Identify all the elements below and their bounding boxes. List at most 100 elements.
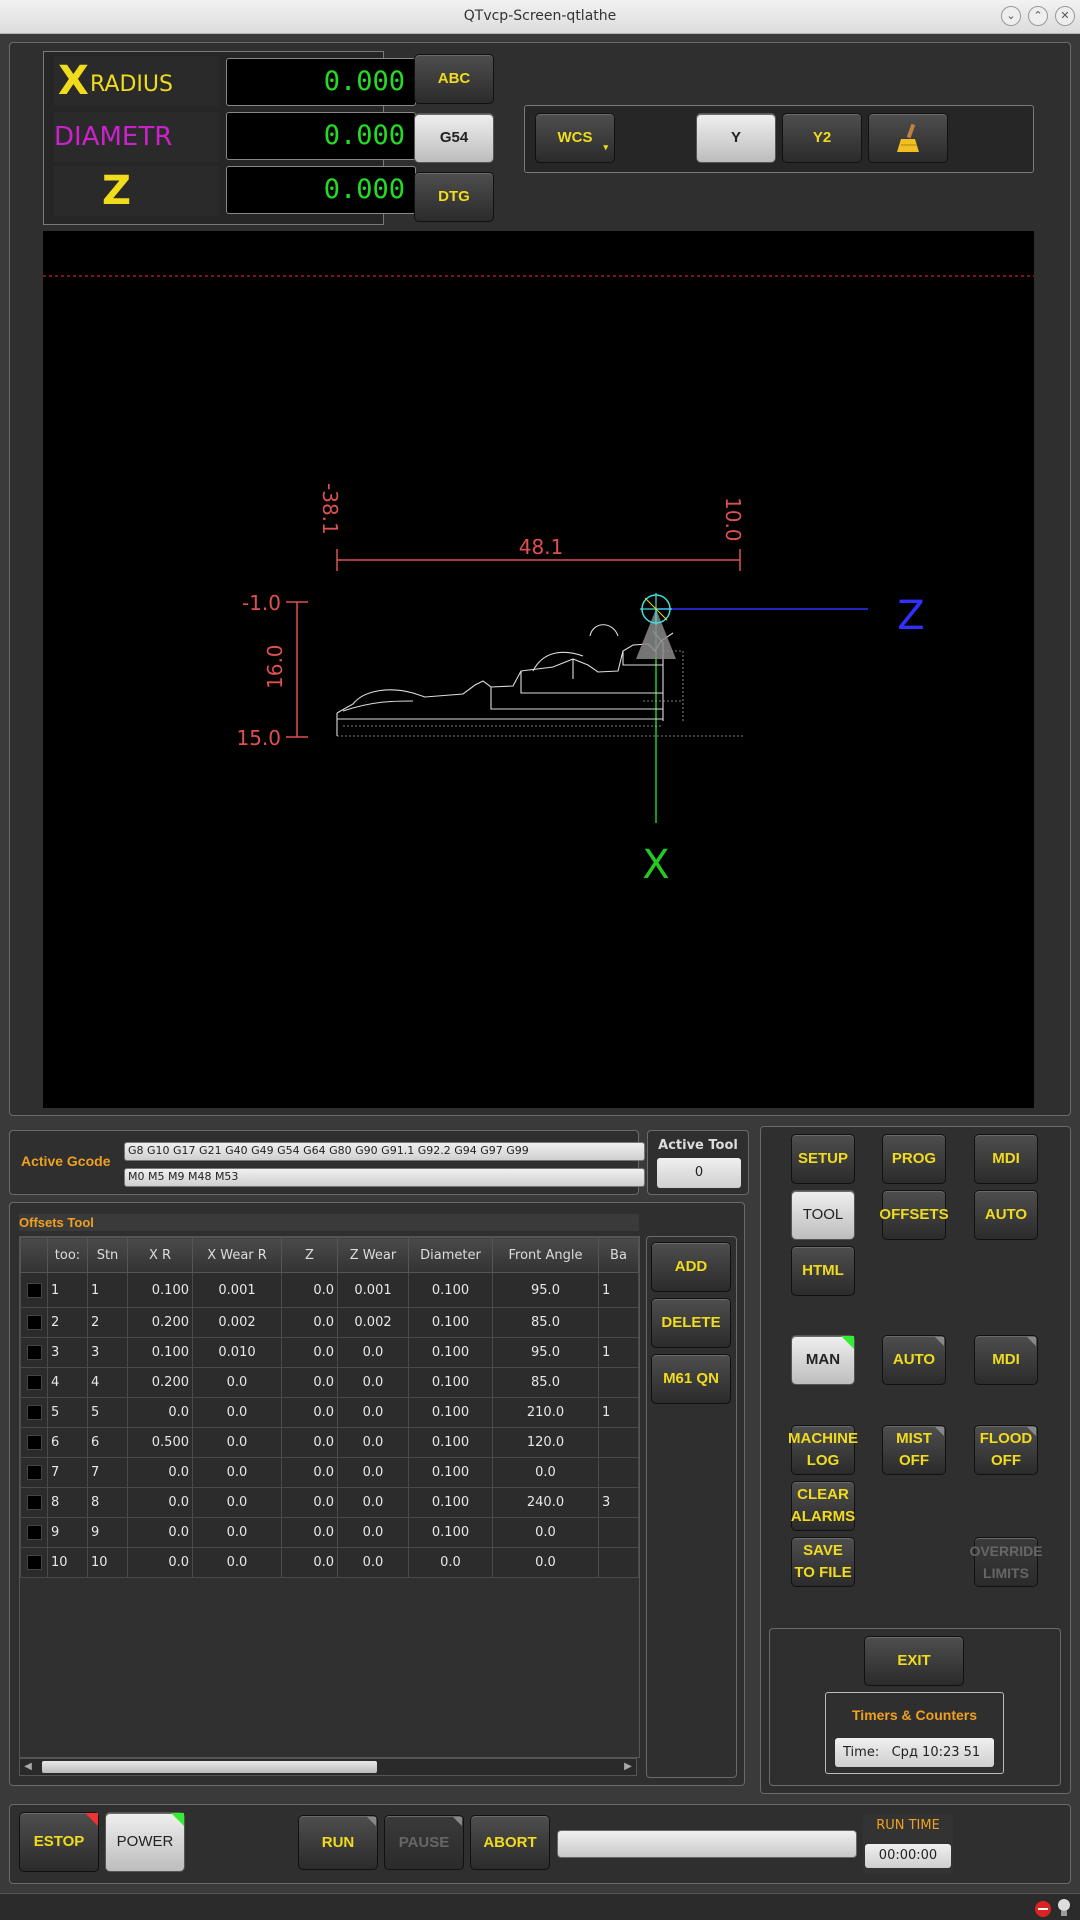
mode-mdi-button[interactable]: MDI	[974, 1335, 1038, 1385]
column-header[interactable]: Front Angle	[492, 1237, 599, 1273]
table-cell[interactable]: 0.100	[127, 1272, 193, 1308]
tab-setup[interactable]: SETUP	[791, 1134, 855, 1184]
table-cell[interactable]: 0.0	[192, 1517, 282, 1548]
column-header[interactable]: Z Wear	[337, 1237, 409, 1273]
table-cell[interactable]: 0.100	[408, 1457, 493, 1488]
offsets-table[interactable]: too: Stn X RX Wear RZZ Wear Diameter Front A…	[20, 1237, 639, 1578]
table-cell[interactable]: 0.0	[337, 1517, 409, 1548]
tab-offsets[interactable]: OFFSETS	[879, 1190, 949, 1240]
column-header[interactable]: X R	[127, 1237, 193, 1273]
table-cell[interactable]: 0.0	[281, 1307, 338, 1338]
flood-toggle-button[interactable]: FLOOD OFF	[974, 1425, 1038, 1475]
table-cell[interactable]: 0.0	[281, 1427, 338, 1458]
table-cell[interactable]: 5	[47, 1397, 88, 1428]
table-cell[interactable]	[598, 1427, 639, 1458]
table-cell[interactable]: 240.0	[492, 1487, 599, 1518]
table-cell[interactable]: 0.0	[337, 1487, 409, 1518]
table-cell[interactable]: 0.0	[281, 1457, 338, 1488]
table-cell[interactable]: 0.001	[192, 1272, 282, 1308]
delete-tool-button[interactable]: DELETE	[651, 1298, 731, 1348]
table-cell[interactable]: 0.0	[281, 1547, 338, 1578]
column-header[interactable]: Diameter	[408, 1237, 493, 1273]
table-row[interactable]: 1 1 0.100 0.001 0.0 0.001 0.100 95.0 1	[20, 1272, 639, 1308]
row-checkbox[interactable]	[26, 1435, 42, 1450]
clear-alarms-button[interactable]: CLEAR ALARMS	[791, 1481, 855, 1531]
table-cell[interactable]: 9	[87, 1517, 128, 1548]
table-cell[interactable]: 0.0	[492, 1457, 599, 1488]
table-row[interactable]: 5 5 0.0 0.0 0.0 0.0 0.100 210.0 1	[20, 1397, 639, 1428]
table-cell[interactable]: 0.500	[127, 1427, 193, 1458]
column-header[interactable]: Stn	[87, 1237, 128, 1273]
table-row[interactable]: 8 8 0.0 0.0 0.0 0.0 0.100 240.0 3	[20, 1487, 639, 1518]
table-cell[interactable]: 0.100	[408, 1337, 493, 1368]
table-cell[interactable]: 0.100	[127, 1337, 193, 1368]
table-cell[interactable]: 0.0	[337, 1337, 409, 1368]
horizontal-scrollbar[interactable]: ◀ ▶	[19, 1758, 637, 1776]
table-cell[interactable]: 0.001	[337, 1272, 409, 1308]
mist-toggle-button[interactable]: MIST OFF	[882, 1425, 946, 1475]
abc-button[interactable]: ABC	[414, 54, 494, 104]
save-to-file-button[interactable]: SAVE TO FILE	[791, 1537, 855, 1587]
gcode-preview[interactable]: 48.1 -38.1 10.0 -1.0 16.0 15.0 Z X	[43, 231, 1034, 1108]
maximize-button[interactable]: ⌃	[1028, 6, 1048, 26]
scroll-right-icon[interactable]: ▶	[620, 1759, 636, 1775]
mode-auto-button[interactable]: AUTO	[882, 1335, 946, 1385]
y2-button[interactable]: Y2	[782, 113, 862, 163]
table-cell[interactable]: 0.0	[192, 1457, 282, 1488]
table-cell[interactable]: 1	[598, 1337, 639, 1368]
table-row[interactable]: 9 9 0.0 0.0 0.0 0.0 0.100 0.0	[20, 1517, 639, 1548]
table-cell[interactable]: 8	[47, 1487, 88, 1518]
table-cell[interactable]	[598, 1367, 639, 1398]
tab-html[interactable]: HTML	[791, 1246, 855, 1296]
lightbulb-icon[interactable]	[1057, 1899, 1071, 1917]
pause-button[interactable]: PAUSE	[384, 1815, 464, 1870]
wcs-dropdown[interactable]: WCS ▾	[535, 113, 615, 163]
table-cell[interactable]: 95.0	[492, 1272, 599, 1308]
table-cell[interactable]: 1	[47, 1272, 88, 1308]
table-cell[interactable]: 5	[87, 1397, 128, 1428]
table-cell[interactable]: 7	[47, 1457, 88, 1488]
table-row[interactable]: 4 4 0.200 0.0 0.0 0.0 0.100 85.0	[20, 1367, 639, 1398]
minimize-button[interactable]: ⌄	[1001, 6, 1021, 26]
power-button[interactable]: POWER	[105, 1812, 185, 1872]
row-checkbox[interactable]	[26, 1375, 42, 1390]
table-cell[interactable]: 0.100	[408, 1487, 493, 1518]
column-header[interactable]: Ba	[598, 1237, 639, 1273]
m61-button[interactable]: M61 QN	[651, 1354, 731, 1404]
table-row[interactable]: 7 7 0.0 0.0 0.0 0.0 0.100 0.0	[20, 1457, 639, 1488]
table-cell[interactable]	[598, 1547, 639, 1578]
table-cell[interactable]: 0.0	[337, 1457, 409, 1488]
add-tool-button[interactable]: ADD	[651, 1242, 731, 1292]
table-cell[interactable]: 1	[87, 1272, 128, 1308]
table-cell[interactable]: 0.0	[337, 1397, 409, 1428]
table-cell[interactable]	[598, 1457, 639, 1488]
table-cell[interactable]: 0.200	[127, 1367, 193, 1398]
table-cell[interactable]: 0.0	[281, 1487, 338, 1518]
close-button[interactable]: ✕	[1055, 6, 1075, 26]
table-cell[interactable]: 1	[598, 1397, 639, 1428]
dtg-button[interactable]: DTG	[414, 172, 494, 222]
table-cell[interactable]: 3	[87, 1337, 128, 1368]
row-checkbox[interactable]	[26, 1282, 42, 1298]
table-cell[interactable]: 85.0	[492, 1367, 599, 1398]
tab-auto[interactable]: AUTO	[974, 1190, 1038, 1240]
tab-prog[interactable]: PROG	[882, 1134, 946, 1184]
table-cell[interactable]: 6	[87, 1427, 128, 1458]
machine-log-button[interactable]: MACHINE LOG	[788, 1425, 858, 1475]
row-checkbox[interactable]	[26, 1555, 42, 1570]
table-cell[interactable]: 7	[87, 1457, 128, 1488]
table-cell[interactable]: 0.100	[408, 1367, 493, 1398]
table-cell[interactable]	[598, 1517, 639, 1548]
table-row[interactable]: 2 2 0.200 0.002 0.0 0.002 0.100 85.0	[20, 1307, 639, 1338]
override-limits-button[interactable]: OVERRIDE LIMITS	[969, 1537, 1043, 1587]
table-cell[interactable]: 0.0	[408, 1547, 493, 1578]
tab-tool[interactable]: TOOL	[791, 1190, 855, 1240]
table-row[interactable]: 3 3 0.100 0.010 0.0 0.0 0.100 95.0 1	[20, 1337, 639, 1368]
column-header[interactable]: too:	[47, 1237, 88, 1273]
row-checkbox[interactable]	[26, 1345, 42, 1360]
table-row[interactable]: 10 10 0.0 0.0 0.0 0.0 0.0 0.0	[20, 1547, 639, 1578]
table-cell[interactable]: 3	[47, 1337, 88, 1368]
table-cell[interactable]: 0.100	[408, 1427, 493, 1458]
table-cell[interactable]: 0.0	[127, 1487, 193, 1518]
offsets-table-wrap[interactable]: too: Stn X RX Wear RZZ Wear Diameter Front A…	[19, 1236, 640, 1758]
